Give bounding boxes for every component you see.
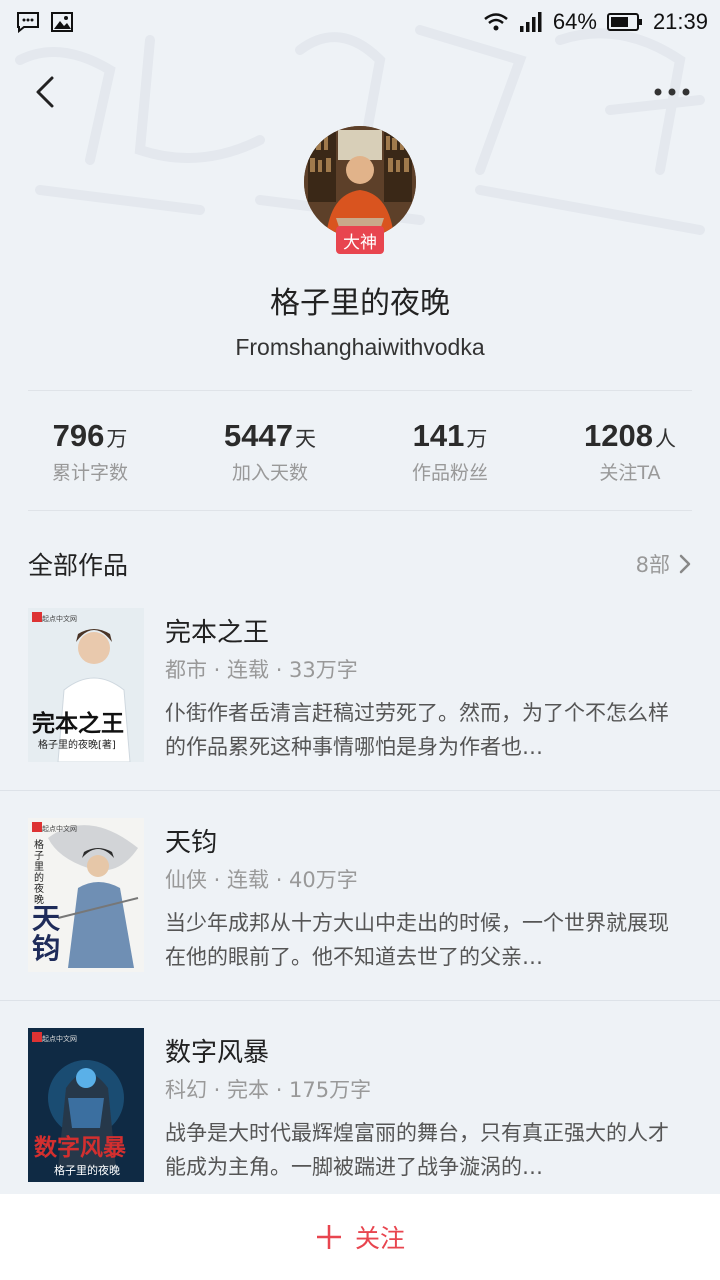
book-description: 当少年成邦从十方大山中走出的时候，一个世界就展现在他的眼前了。他不知道去世了的父…: [165, 911, 669, 969]
book-description: 仆街作者岳清言赶稿过劳死了。然而，为了个不怎么样的作品累死这种事情哪怕是身为作者…: [165, 701, 669, 759]
author-profile-page: 64% 21:39 大神 格子里的夜晚 Fromshanghaiwithvodk…: [0, 0, 720, 1280]
divider: [28, 390, 692, 391]
chevron-left-icon: [36, 76, 54, 108]
stat-value: 141: [412, 418, 465, 453]
stat-value: 1208: [584, 418, 653, 453]
divider: [0, 790, 720, 791]
signal-icon: [519, 12, 542, 32]
book-description: 战争是大时代最辉煌富丽的舞台，只有真正强大的人才能成为主角。一脚被踹进了战争漩涡…: [165, 1121, 669, 1179]
cover-title: 完本之王: [32, 710, 124, 737]
avatar-photo-icon: [304, 126, 416, 238]
author-handle: Fromshanghaiwithvodka: [235, 334, 485, 360]
message-icon: [17, 12, 39, 33]
status-bar: 64% 21:39: [0, 0, 720, 44]
book-cover: 起点中文网 完本之王 格子里的夜晚[著]: [28, 608, 144, 762]
book-meta: 都市 · 连载 · 33万字: [165, 658, 358, 682]
stat-unit: 天: [294, 427, 316, 451]
book-title: 天钧: [165, 828, 218, 858]
works-header: 全部作品 8部: [28, 544, 692, 584]
battery-percent: 64%: [552, 9, 597, 34]
clock: 21:39: [652, 9, 708, 34]
divider: [0, 1000, 720, 1001]
cover-publisher: 起点中文网: [42, 615, 77, 623]
battery-icon: [606, 13, 642, 31]
book-item[interactable]: 起点中文网 天钧 格子里的夜晚 天钧 仙侠 · 连载 · 40万字 当少年成邦从…: [0, 818, 720, 1028]
stats-row: 796万 累计字数 5447天 加入天数 141万 作品粉丝 1208人 关注T…: [0, 418, 720, 498]
verified-badge: 大神: [336, 226, 384, 254]
stat-label: 累计字数: [51, 462, 128, 484]
book-item[interactable]: 起点中文网 完本之王 格子里的夜晚[著] 完本之王 都市 · 连载 · 33万字…: [0, 608, 720, 818]
stat-fans[interactable]: 141万 作品粉丝: [360, 418, 540, 498]
avatar-image: [304, 126, 416, 238]
stat-label: 关注TA: [599, 462, 661, 484]
chevron-right-icon: [679, 554, 691, 574]
cover-publisher: 起点中文网: [42, 1035, 77, 1043]
stat-unit: 万: [466, 427, 488, 451]
cover-author: 格子里的夜晚: [34, 840, 44, 906]
stat-following[interactable]: 1208人 关注TA: [540, 418, 720, 498]
stat-value: 796: [52, 418, 105, 453]
cover-author: 格子里的夜晚: [54, 1164, 120, 1177]
book-meta: 科幻 · 完本 · 175万字: [165, 1078, 372, 1102]
author-name: 格子里的夜晚: [270, 286, 450, 321]
stat-value: 5447: [224, 418, 293, 453]
book-meta: 仙侠 · 连载 · 40万字: [165, 868, 358, 892]
top-nav: [0, 60, 720, 124]
avatar[interactable]: [304, 126, 416, 238]
works-title: 全部作品: [28, 551, 129, 580]
more-button[interactable]: [648, 72, 696, 112]
all-works-link[interactable]: 8部: [636, 549, 692, 579]
book-cover: 起点中文网 数字风暴 格子里的夜晚: [28, 1028, 144, 1182]
book-title: 数字风暴: [165, 1038, 270, 1068]
stat-label: 作品粉丝: [411, 462, 488, 484]
cover-publisher: 起点中文网: [42, 825, 77, 833]
book-cover: 起点中文网 天钧 格子里的夜晚: [28, 818, 144, 972]
image-icon: [51, 12, 73, 32]
stat-unit: 人: [654, 427, 676, 451]
follow-button[interactable]: 关注: [0, 1194, 720, 1280]
book-title: 完本之王: [165, 618, 270, 648]
stat-join-days: 5447天 加入天数: [180, 418, 360, 498]
more-dots-icon: [654, 88, 690, 96]
follow-label: 关注: [354, 1224, 405, 1253]
stat-word-count: 796万 累计字数: [0, 418, 180, 498]
cover-title: 数字风暴: [34, 1134, 126, 1161]
stat-unit: 万: [106, 427, 128, 451]
stat-label: 加入天数: [231, 462, 308, 484]
cover-author: 格子里的夜晚[著]: [38, 740, 116, 751]
cover-title: 天钧: [32, 902, 61, 965]
plus-icon: [316, 1225, 341, 1249]
divider: [28, 510, 692, 511]
wifi-icon: [484, 13, 508, 31]
works-count: 8部: [635, 553, 670, 577]
back-button[interactable]: [26, 72, 66, 112]
